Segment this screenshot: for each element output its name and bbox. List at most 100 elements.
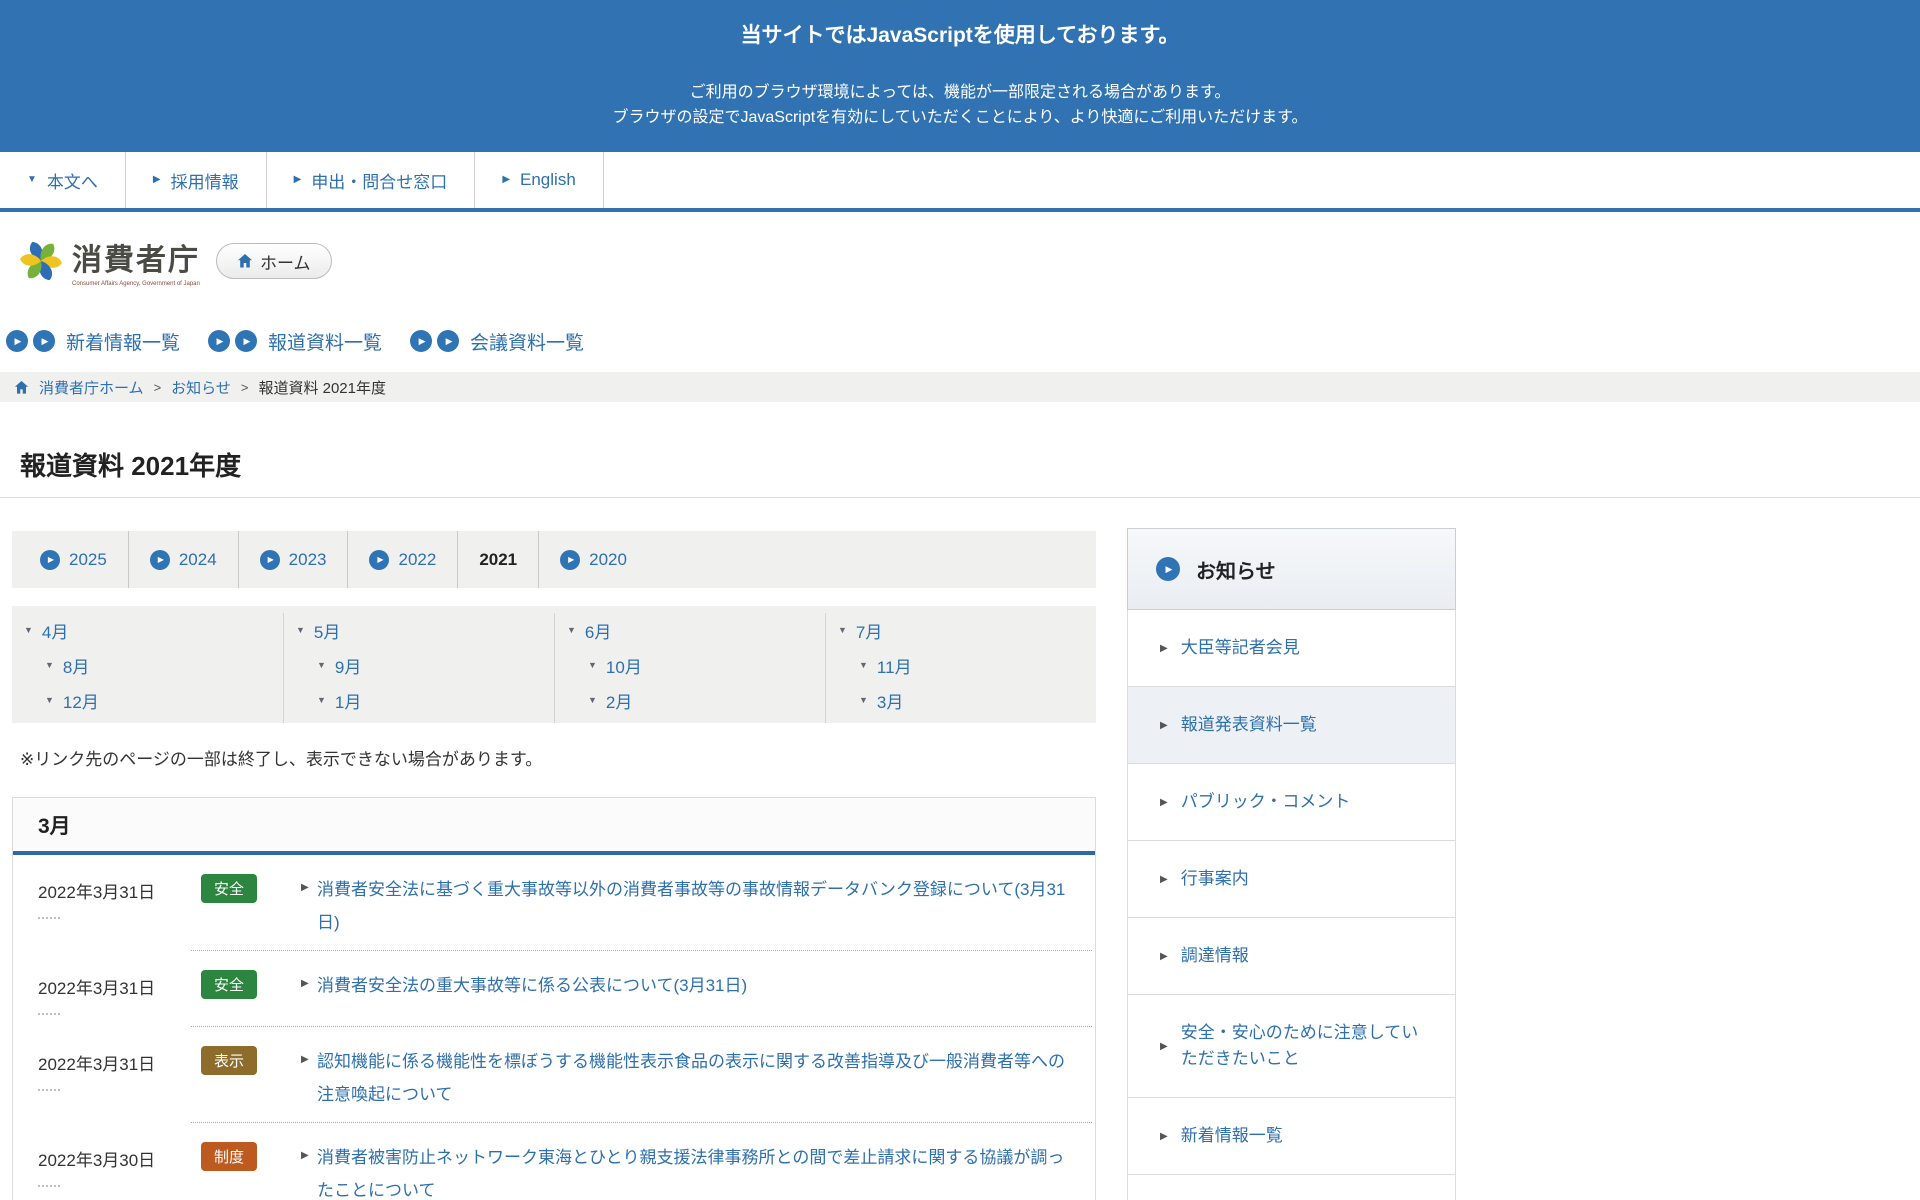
month-link-apr[interactable]: 4月 bbox=[42, 618, 68, 643]
play-circle-icon: ▶ bbox=[437, 330, 459, 352]
agency-name-block: 消費者庁 Consumer Affairs Agency, Government… bbox=[72, 235, 200, 287]
month-column: ▼ 6月 ▼ 10月 ▼ 2月 bbox=[554, 613, 825, 723]
month-link-feb[interactable]: 2月 bbox=[606, 688, 632, 713]
year-tab-2023[interactable]: ▶ 2023 bbox=[239, 531, 349, 588]
sidebar-item-meetings-list[interactable]: ▶ 会議・研究会等一覧 bbox=[1128, 1175, 1455, 1200]
breadcrumb-link-news[interactable]: お知らせ bbox=[171, 377, 231, 398]
news-date: 2022年3月31日 bbox=[38, 969, 201, 1015]
news-link[interactable]: 認知機能に係る機能性を標ぼうする機能性表示食品の表示に関する改善指導及び一般消費… bbox=[317, 1045, 1081, 1111]
news-row: 2022年3月31日 安全 ▶ 消費者安全法の重大事故等に係る公表について(3月… bbox=[13, 951, 1095, 1027]
breadcrumb: 消費者庁ホーム > お知らせ > 報道資料 2021年度 bbox=[0, 372, 1920, 402]
play-circle-icon: ▶ bbox=[369, 550, 389, 570]
month-column: ▼ 7月 ▼ 11月 ▼ 3月 bbox=[825, 613, 1096, 723]
breadcrumb-link-home[interactable]: 消費者庁ホーム bbox=[39, 377, 144, 398]
news-link[interactable]: 消費者安全法に基づく重大事故等以外の消費者事故等の事故情報データバンク登録につい… bbox=[317, 873, 1081, 939]
triangle-right-icon: ▶ bbox=[153, 175, 161, 185]
year-tab-2020[interactable]: ▶ 2020 bbox=[539, 531, 648, 588]
sidebar-item-new-info-list[interactable]: ▶ 新着情報一覧 bbox=[1128, 1098, 1455, 1175]
triangle-down-icon: ▼ bbox=[24, 626, 33, 635]
quick-link-new-info[interactable]: ▶ ▶ 新着情報一覧 bbox=[6, 328, 180, 355]
year-tabs: ▶ 2025 ▶ 2024 ▶ 2023 ▶ 2022 2021 ▶ 2020 bbox=[12, 531, 1096, 588]
nav-item-english[interactable]: ▶ English bbox=[475, 152, 603, 208]
play-glyph: ▶ bbox=[268, 555, 274, 564]
triangle-right-icon: ▶ bbox=[301, 1045, 317, 1111]
home-button-label: ホーム bbox=[260, 249, 311, 274]
year-tab-2025[interactable]: ▶ 2025 bbox=[19, 531, 129, 588]
month-link-jun[interactable]: 6月 bbox=[585, 618, 611, 643]
play-circle-icon: ▶ bbox=[6, 330, 28, 352]
month-link-jan[interactable]: 1月 bbox=[335, 688, 361, 713]
sidebar-item-label: パブリック・コメント bbox=[1181, 789, 1351, 815]
month-column: ▼ 5月 ▼ 9月 ▼ 1月 bbox=[283, 613, 554, 723]
month-link-nov[interactable]: 11月 bbox=[877, 653, 912, 678]
sidebar-item-label: 安全・安心のために注意していただきたいこと bbox=[1181, 1020, 1427, 1072]
sidebar-item-procurement[interactable]: ▶ 調達情報 bbox=[1128, 918, 1455, 995]
sidebar-item-press-release-list[interactable]: ▶ 報道発表資料一覧 bbox=[1128, 687, 1455, 764]
year-tab-label: 2025 bbox=[69, 550, 107, 570]
month-link-may[interactable]: 5月 bbox=[314, 618, 340, 643]
triangle-down-icon: ▼ bbox=[27, 175, 37, 185]
sidebar-list: ▶ 大臣等記者会見 ▶ 報道発表資料一覧 ▶ パブリック・コメント ▶ 行事案内… bbox=[1127, 610, 1456, 1200]
nav-item-main-content[interactable]: ▼ 本文へ bbox=[0, 152, 126, 208]
triangle-down-icon: ▼ bbox=[296, 626, 305, 635]
news-row: 2022年3月31日 安全 ▶ 消費者安全法に基づく重大事故等以外の消費者事故等… bbox=[13, 855, 1095, 951]
site-header: 消費者庁 Consumer Affairs Agency, Government… bbox=[0, 212, 1920, 310]
year-tab-2022[interactable]: ▶ 2022 bbox=[348, 531, 458, 588]
news-link[interactable]: 消費者被害防止ネットワーク東海とひとり親支援法律事務所との間で差止請求に関する協… bbox=[317, 1141, 1081, 1200]
triangle-right-icon: ▶ bbox=[1160, 1041, 1168, 1052]
month-link-mar[interactable]: 3月 bbox=[877, 688, 903, 713]
triangle-right-icon: ▶ bbox=[1160, 643, 1168, 654]
triangle-down-icon: ▼ bbox=[588, 661, 597, 670]
play-circle-icon: ▶ bbox=[40, 550, 60, 570]
triangle-down-icon: ▼ bbox=[567, 626, 576, 635]
agency-tagline: Consumer Affairs Agency, Government of J… bbox=[72, 281, 200, 287]
triangle-down-icon: ▼ bbox=[859, 696, 868, 705]
play-circle-icon: ▶ bbox=[33, 330, 55, 352]
year-tab-label: 2023 bbox=[289, 550, 327, 570]
month-link-jul[interactable]: 7月 bbox=[856, 618, 882, 643]
sidebar-item-safety-notice[interactable]: ▶ 安全・安心のために注意していただきたいこと bbox=[1128, 995, 1455, 1098]
triangle-right-icon: ▶ bbox=[301, 1141, 317, 1200]
sidebar-item-label: 大臣等記者会見 bbox=[1181, 635, 1300, 661]
nav-item-inquiry[interactable]: ▶ 申出・問合せ窓口 bbox=[267, 152, 476, 208]
sidebar-news: ▶ お知らせ ▶ 大臣等記者会見 ▶ 報道発表資料一覧 ▶ パブリック・コメント… bbox=[1127, 528, 1456, 1200]
category-badge: 表示 bbox=[201, 1046, 257, 1075]
main-column: ▶ 2025 ▶ 2024 ▶ 2023 ▶ 2022 2021 ▶ 2020 bbox=[12, 531, 1096, 1200]
year-tab-label: 2024 bbox=[179, 550, 217, 570]
news-date: 2022年3月30日 bbox=[38, 1141, 201, 1200]
play-glyph: ▶ bbox=[568, 555, 574, 564]
quick-link-press-materials[interactable]: ▶ ▶ 報道資料一覧 bbox=[208, 328, 382, 355]
month-link-oct[interactable]: 10月 bbox=[606, 653, 642, 678]
play-glyph: ▶ bbox=[217, 336, 224, 347]
nav-item-label: English bbox=[520, 170, 576, 190]
triangle-right-icon: ▶ bbox=[1160, 720, 1168, 731]
news-link[interactable]: 消費者安全法の重大事故等に係る公表について(3月31日) bbox=[317, 969, 1081, 1015]
triangle-right-icon: ▶ bbox=[1160, 951, 1168, 962]
home-button[interactable]: ホーム bbox=[216, 243, 332, 279]
month-link-sep[interactable]: 9月 bbox=[335, 653, 361, 678]
month-row: ▼ 5月 bbox=[284, 613, 554, 648]
play-glyph: ▶ bbox=[15, 336, 22, 347]
sidebar-item-public-comment[interactable]: ▶ パブリック・コメント bbox=[1128, 764, 1455, 841]
nav-item-recruitment[interactable]: ▶ 採用情報 bbox=[126, 152, 267, 208]
agency-logo[interactable]: 消費者庁 Consumer Affairs Agency, Government… bbox=[18, 235, 200, 287]
month-link-dec[interactable]: 12月 bbox=[63, 688, 99, 713]
month-nav: ▼ 4月 ▼ 8月 ▼ 12月 ▼ 5月 ▼ 9 bbox=[12, 606, 1096, 723]
year-tab-2024[interactable]: ▶ 2024 bbox=[129, 531, 239, 588]
month-row: ▼ 8月 bbox=[12, 648, 283, 683]
triangle-down-icon: ▼ bbox=[859, 661, 868, 670]
quick-link-label: 報道資料一覧 bbox=[268, 328, 382, 355]
play-glyph: ▶ bbox=[244, 336, 251, 347]
news-date: 2022年3月31日 bbox=[38, 1045, 201, 1111]
quick-link-meeting-materials[interactable]: ▶ ▶ 会議資料一覧 bbox=[410, 328, 584, 355]
category-badge: 制度 bbox=[201, 1142, 257, 1171]
month-link-aug[interactable]: 8月 bbox=[63, 653, 89, 678]
triangle-right-icon: ▶ bbox=[301, 873, 317, 939]
js-notice-title: 当サイトではJavaScriptを使用しております。 bbox=[0, 0, 1920, 50]
month-row: ▼ 12月 bbox=[12, 683, 283, 718]
triangle-down-icon: ▼ bbox=[588, 696, 597, 705]
sidebar-item-press-conference[interactable]: ▶ 大臣等記者会見 bbox=[1128, 610, 1455, 687]
sidebar-item-events[interactable]: ▶ 行事案内 bbox=[1128, 841, 1455, 918]
triangle-right-icon: ▶ bbox=[294, 175, 302, 185]
play-circle-icon: ▶ bbox=[1156, 557, 1180, 581]
